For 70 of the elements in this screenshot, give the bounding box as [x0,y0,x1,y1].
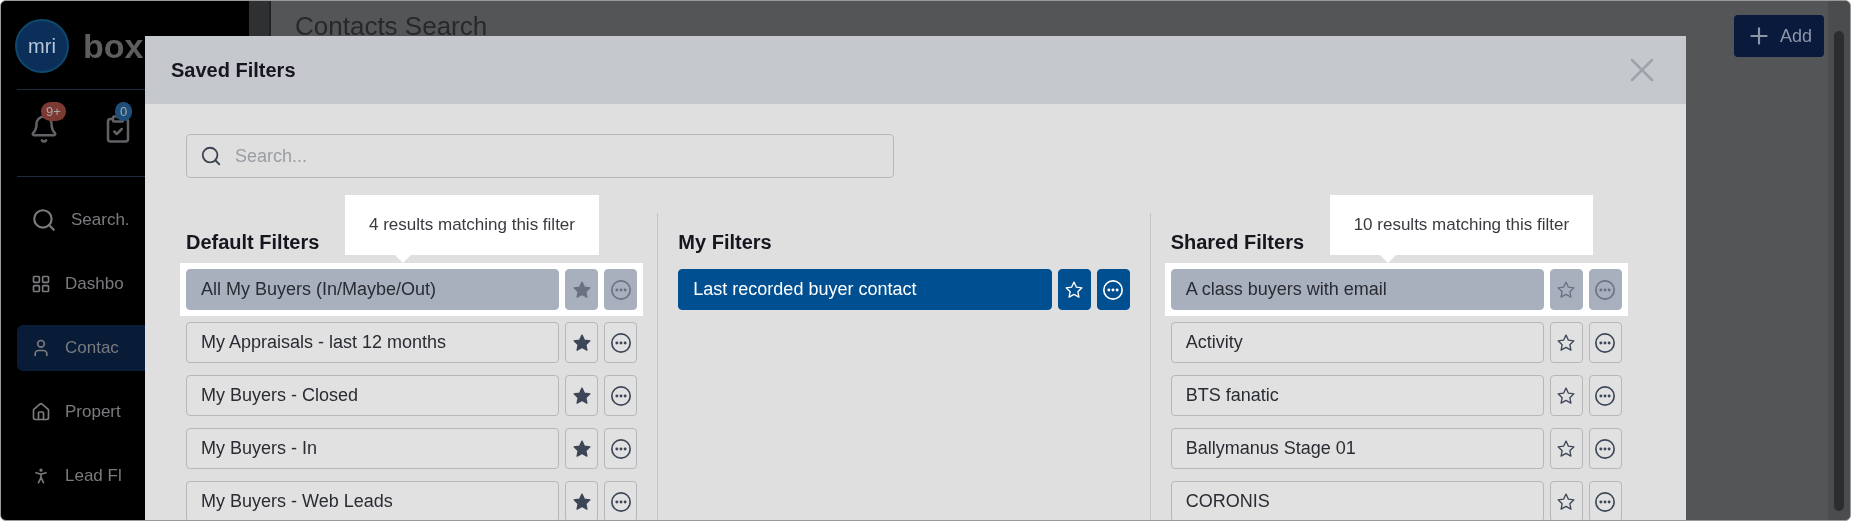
column-heading: Default Filters [186,231,321,255]
filled-star-icon [571,279,592,300]
more-button[interactable] [604,322,638,363]
favorite-button[interactable] [565,322,599,363]
filled-star-icon [571,438,592,459]
column-heading: Shared Filters [1170,231,1306,255]
favorite-button[interactable] [565,481,599,520]
filter-item[interactable]: My Buyers - In [186,428,560,469]
favorite-button[interactable] [1057,269,1091,310]
star-outline-icon [1556,279,1577,300]
star-outline-icon [1556,332,1577,353]
filter-item[interactable]: Last recorded buyer contact [678,269,1052,310]
column-heading: My Filters [678,231,773,255]
more-button[interactable] [1589,322,1622,363]
more-options-icon [609,278,632,301]
grid-icon [31,274,51,294]
filter-item[interactable]: CORONIS [1170,481,1544,520]
filter-item[interactable]: Ballymanus Stage 01 [1170,428,1544,469]
filter-item[interactable]: Activity [1170,322,1544,363]
more-options-icon [1594,437,1617,460]
search-field[interactable]: Search... [186,134,894,178]
filled-star-icon [571,332,592,353]
filter-item[interactable]: BTS fanatic [1170,375,1544,416]
favorite-button[interactable] [1550,375,1583,416]
brand-name: box [83,26,144,66]
filter-item[interactable]: My Appraisals - last 12 months [186,322,560,363]
favorite-button[interactable] [1550,481,1583,520]
more-button[interactable] [604,428,638,469]
favorite-button[interactable] [565,375,599,416]
star-outline-icon [1556,491,1577,512]
more-button[interactable] [1589,428,1622,469]
more-button[interactable] [1589,481,1622,520]
add-button[interactable]: Add [1733,15,1824,57]
favorite-button[interactable] [1550,322,1583,363]
more-options-icon [1594,331,1617,354]
more-button[interactable] [604,375,638,416]
house-icon [31,402,51,422]
filter-item[interactable]: My Buyers - Web Leads [186,481,560,520]
filter-item[interactable]: My Buyers - Closed [186,375,560,416]
more-options-icon [1594,384,1617,407]
logo: mri [15,19,69,73]
more-options-icon [1594,490,1617,513]
search-icon [31,207,57,233]
more-options-icon [609,331,632,354]
task-badge: 0 [115,102,133,121]
scrollbar[interactable] [1828,1,1850,520]
more-options-icon [609,437,632,460]
more-button[interactable] [1096,269,1130,310]
more-button[interactable] [604,481,638,520]
more-button[interactable] [604,269,638,310]
filled-star-icon [571,385,592,406]
dialog-title: Saved Filters [171,58,296,82]
notification-badge: 9+ [41,102,66,121]
favorite-button[interactable] [565,428,599,469]
more-options-icon [1594,278,1617,301]
more-options-icon [1102,278,1125,301]
star-outline-icon [1064,279,1085,300]
search-icon [200,145,222,167]
filter-item[interactable]: All My Buyers (In/Maybe/Out) [186,269,560,310]
filter-item[interactable]: A class buyers with email [1170,269,1544,310]
more-options-icon [609,384,632,407]
bell-icon[interactable] [29,114,59,144]
star-outline-icon [1556,385,1577,406]
user-icon [31,338,51,358]
star-outline-icon [1556,438,1577,459]
more-options-icon [609,490,632,513]
favorite-button[interactable] [565,269,599,310]
filled-star-icon [571,491,592,512]
favorite-button[interactable] [1550,428,1583,469]
more-button[interactable] [1589,375,1622,416]
